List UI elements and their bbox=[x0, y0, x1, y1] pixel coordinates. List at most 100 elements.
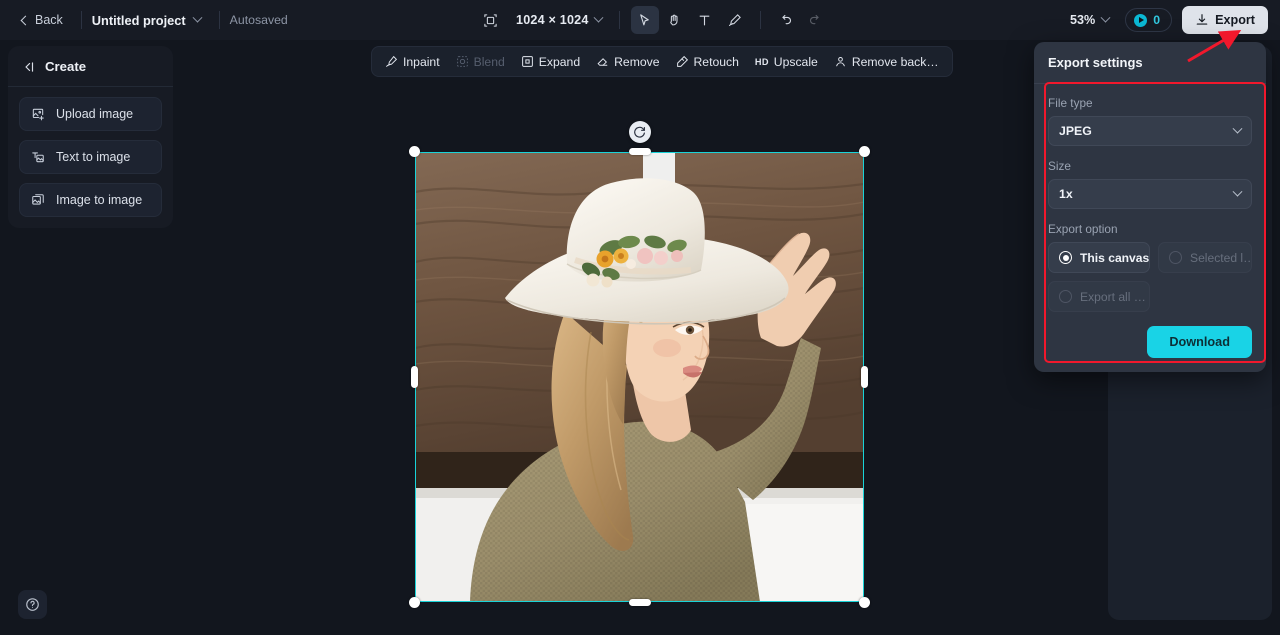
cursor-icon bbox=[640, 13, 649, 25]
sidebar-item-text-to-image[interactable]: Text to image bbox=[19, 140, 162, 174]
export-label: Export bbox=[1215, 13, 1255, 27]
blend-button: Blend bbox=[449, 50, 512, 74]
resize-canvas-button[interactable] bbox=[476, 6, 504, 34]
chevron-down-icon bbox=[1232, 123, 1243, 134]
radio-selected-layers-label: Selected l… bbox=[1190, 250, 1252, 265]
credits-badge[interactable]: 0 bbox=[1125, 8, 1173, 32]
resize-handle-bottom-left[interactable] bbox=[409, 597, 420, 608]
project-menu-button[interactable] bbox=[186, 12, 209, 28]
file-type-select[interactable]: JPEG bbox=[1048, 116, 1252, 146]
zoom-control[interactable]: 53% bbox=[1064, 9, 1115, 31]
hand-tool-button[interactable] bbox=[661, 6, 689, 34]
create-panel-header[interactable]: Create bbox=[8, 46, 173, 87]
resize-canvas-icon bbox=[483, 13, 497, 27]
download-row: Download bbox=[1048, 326, 1252, 358]
sidebar-item-image-to-image[interactable]: Image to image bbox=[19, 183, 162, 217]
credit-icon bbox=[1134, 13, 1148, 27]
hand-icon bbox=[670, 14, 678, 25]
create-panel-list: Upload image Text to image Image to imag… bbox=[8, 87, 173, 217]
radio-export-all: Export all … bbox=[1048, 281, 1150, 312]
top-bar-center: 1024 × 1024 bbox=[476, 0, 830, 40]
redo-icon bbox=[810, 14, 819, 24]
export-settings-title: Export settings bbox=[1048, 55, 1143, 70]
export-settings-header: Export settings bbox=[1034, 42, 1266, 84]
resize-handle-top[interactable] bbox=[628, 148, 651, 155]
expand-button[interactable]: Expand bbox=[514, 50, 587, 74]
resize-handle-left[interactable] bbox=[411, 366, 418, 388]
sidebar-item-upload-image[interactable]: Upload image bbox=[19, 97, 162, 131]
chevron-down-icon bbox=[1232, 186, 1243, 197]
create-panel: Create Upload image Text to image Image … bbox=[8, 46, 173, 228]
radio-unselected-icon bbox=[1059, 290, 1072, 303]
remove-button[interactable]: Remove bbox=[589, 50, 666, 74]
image-actions-toolbar[interactable]: Inpaint Blend Expand Remove Retouch HD U… bbox=[371, 46, 953, 77]
upscale-button[interactable]: HD Upscale bbox=[748, 50, 825, 74]
text-tool-button[interactable] bbox=[691, 6, 719, 34]
brush-icon bbox=[729, 13, 741, 26]
resize-handle-top-left[interactable] bbox=[409, 146, 420, 157]
project-name[interactable]: Untitled project bbox=[92, 13, 186, 28]
undo-icon bbox=[782, 14, 792, 24]
radio-unselected-icon bbox=[1169, 251, 1182, 264]
divider bbox=[618, 11, 620, 29]
expand-icon bbox=[521, 56, 533, 67]
canvas-dimensions: 1024 × 1024 bbox=[516, 13, 589, 27]
resize-handle-top-right[interactable] bbox=[859, 146, 870, 157]
create-panel-title: Create bbox=[45, 59, 87, 74]
divider bbox=[80, 11, 82, 29]
export-settings-body: File type JPEG Size 1x Export option Thi… bbox=[1034, 84, 1266, 372]
top-bar-left: Back Untitled project Autosaved bbox=[0, 8, 288, 32]
inpaint-label: Inpaint bbox=[403, 54, 440, 69]
retouch-icon bbox=[676, 55, 688, 67]
resize-handle-bottom-right[interactable] bbox=[859, 597, 870, 608]
divider bbox=[218, 11, 220, 29]
chevron-left-icon bbox=[20, 15, 31, 25]
inpaint-button[interactable]: Inpaint bbox=[378, 50, 447, 74]
brush-tool-button[interactable] bbox=[721, 6, 749, 34]
download-button[interactable]: Download bbox=[1147, 326, 1252, 358]
app-root: Inpaint Blend Expand Remove Retouch HD U… bbox=[0, 0, 1280, 635]
collapse-panel-icon[interactable] bbox=[22, 60, 36, 74]
remove-label: Remove bbox=[614, 54, 660, 69]
sidebar-item-label: Image to image bbox=[56, 193, 143, 207]
export-settings-panel: Export settings File type JPEG Size 1x E… bbox=[1034, 42, 1266, 372]
resize-handle-right[interactable] bbox=[861, 366, 868, 388]
file-type-label: File type bbox=[1048, 96, 1093, 110]
canvas-selection[interactable] bbox=[409, 121, 870, 608]
chevron-down-icon bbox=[1100, 12, 1111, 23]
back-button[interactable]: Back bbox=[14, 8, 71, 32]
undo-button[interactable] bbox=[772, 6, 800, 34]
hd-badge: HD bbox=[754, 56, 769, 67]
canvas-size-button[interactable]: 1024 × 1024 bbox=[510, 9, 608, 31]
inpaint-icon bbox=[386, 55, 398, 67]
sidebar-item-label: Text to image bbox=[56, 150, 131, 164]
text-to-image-icon bbox=[32, 152, 44, 163]
resize-handle-bottom[interactable] bbox=[628, 599, 651, 606]
remove-icon bbox=[597, 58, 608, 66]
export-button[interactable]: Export bbox=[1182, 6, 1268, 34]
file-type-value: JPEG bbox=[1059, 124, 1092, 138]
radio-this-canvas[interactable]: This canvas bbox=[1048, 242, 1150, 273]
autosave-status: Autosaved bbox=[229, 13, 288, 27]
image-to-image-icon bbox=[32, 194, 44, 205]
credits-count: 0 bbox=[1153, 13, 1161, 27]
radio-selected-layers: Selected l… bbox=[1158, 242, 1252, 273]
export-option-row-2: Export all … bbox=[1048, 281, 1252, 312]
chevron-down-icon bbox=[192, 12, 203, 23]
top-bar: Back Untitled project Autosaved 1024 × 1… bbox=[0, 0, 1280, 40]
radio-export-all-label: Export all … bbox=[1080, 289, 1146, 304]
select-tool-button[interactable] bbox=[630, 6, 659, 34]
help-button[interactable] bbox=[18, 590, 47, 619]
divider bbox=[759, 11, 761, 29]
size-select[interactable]: 1x bbox=[1048, 179, 1252, 209]
selection-outline bbox=[415, 152, 864, 602]
blend-icon bbox=[456, 56, 468, 67]
retouch-button[interactable]: Retouch bbox=[669, 50, 746, 74]
remove-background-button[interactable]: Remove back… bbox=[827, 50, 946, 74]
redo-button[interactable] bbox=[802, 6, 830, 34]
remove-background-label: Remove back… bbox=[851, 54, 939, 69]
rotate-handle[interactable] bbox=[628, 121, 651, 143]
blend-label: Blend bbox=[473, 54, 505, 69]
rotate-icon bbox=[634, 126, 645, 138]
back-label: Back bbox=[35, 13, 63, 27]
